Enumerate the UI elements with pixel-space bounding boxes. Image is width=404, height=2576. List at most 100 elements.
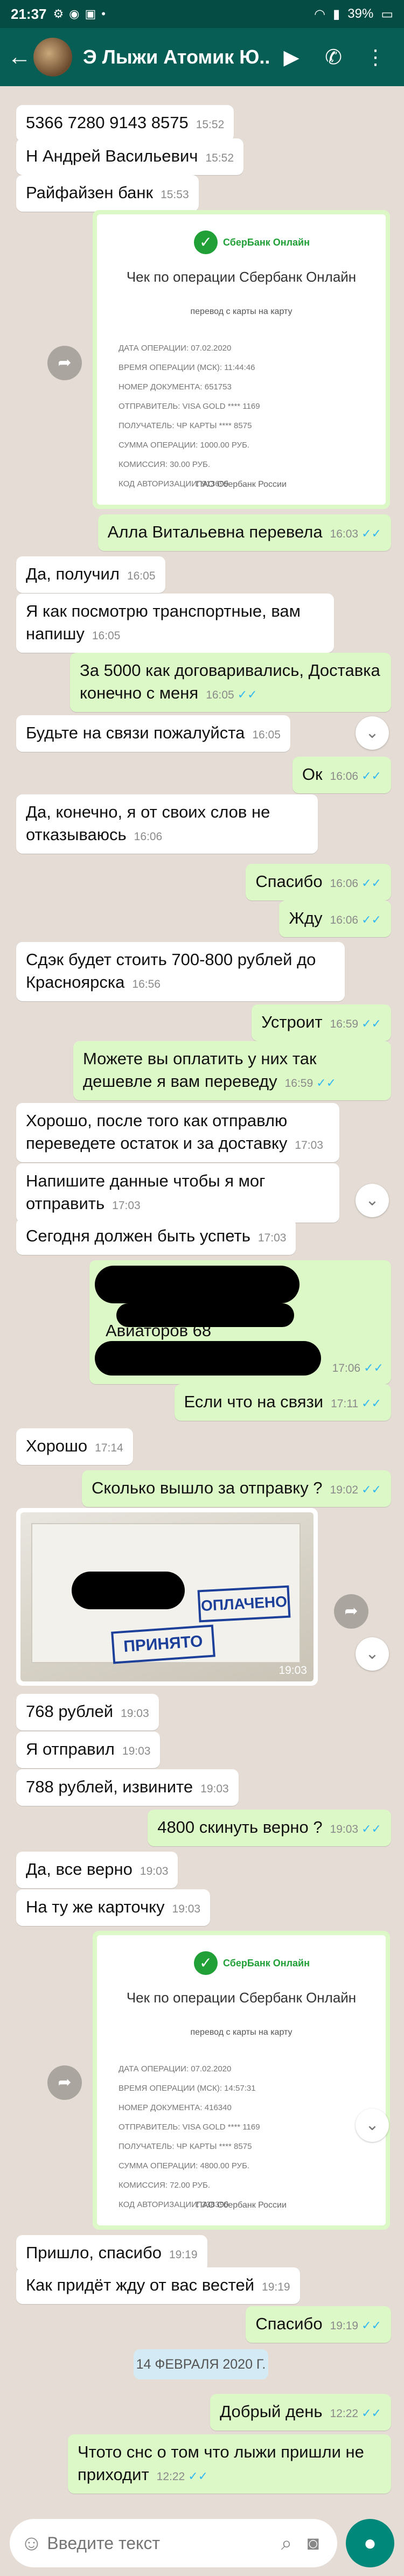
message-text: На ту же карточку	[26, 1897, 165, 1916]
message-out[interactable]: 4800 скинуть верно ? 19:03 ✓✓	[148, 1810, 391, 1846]
message-text: Можете вы оплатить у них так дешевле я в…	[83, 1049, 317, 1091]
message-in[interactable]: Напишите данные чтобы я мог отправить 17:…	[16, 1163, 339, 1223]
message-time: 19:03	[172, 1903, 201, 1915]
date-divider: 14 ФЕВРАЛЯ 2020 Г.	[134, 2349, 268, 2379]
message-time: 19:19	[169, 2249, 198, 2261]
message-in[interactable]: Хорошо 17:14	[16, 1428, 133, 1465]
message-time: 12:22	[330, 2407, 359, 2420]
message-in[interactable]: Я отправил 19:03	[16, 1732, 161, 1768]
receipt-row: НОМЕР ДОКУМЕНТА: 651753	[119, 382, 232, 392]
message-in[interactable]: Н Андрей Васильевич 15:52	[16, 138, 244, 175]
message-time: 17:06	[332, 1362, 361, 1374]
forward-icon[interactable]: ➦	[47, 346, 82, 380]
more-options-icon[interactable]: ⋮	[354, 45, 396, 69]
forward-icon[interactable]: ➦	[334, 1594, 368, 1629]
message-out[interactable]: Спасибо 19:19 ✓✓	[246, 2306, 391, 2343]
message-in[interactable]: Райфайзен банк 15:53	[16, 175, 199, 212]
message-in[interactable]: На ту же карточку 19:03	[16, 1889, 211, 1926]
message-text: Да, все верно	[26, 1860, 133, 1879]
message-in[interactable]: Сдэк будет стоить 700-800 рублей до Крас…	[16, 942, 345, 1001]
message-out[interactable]: Добрый день 12:22 ✓✓	[210, 2394, 391, 2431]
message-time: 19:03	[122, 1745, 151, 1757]
message-out[interactable]: Устроит 16:59 ✓✓	[252, 1004, 391, 1041]
message-time: 16:06	[330, 914, 359, 926]
message-in[interactable]: Я как посмотрю транспортные, вам напишу 1…	[16, 594, 334, 653]
message-time: 16:06	[330, 877, 359, 890]
message-out[interactable]: Алла Витальевна перевела 16:03 ✓✓	[97, 514, 391, 551]
read-ticks-icon: ✓✓	[361, 1822, 381, 1835]
message-out[interactable]: Жду 16:06 ✓✓	[279, 900, 391, 937]
receipt-subtitle: перевод с карты на карту	[190, 307, 292, 316]
dot-icon: •	[101, 7, 106, 20]
message-time: 19:03	[140, 1865, 169, 1877]
scroll-down-icon[interactable]: ⌄	[356, 2109, 389, 2142]
redaction-blot	[72, 1572, 185, 1609]
message-out[interactable]: За 5000 как договаривались, Доставка кон…	[70, 653, 391, 712]
message-out[interactable]: Чтото снс о том что лыжи пришли не прихо…	[68, 2434, 391, 2494]
status-bar: 21:37 ⚙ ◉ ▣ • ◠ ▮ 39% ▭	[0, 0, 404, 28]
receipt-row: ВРЕМЯ ОПЕРАЦИИ (МСК): 11:44:46	[119, 363, 255, 372]
receipt-row: ПОЛУЧАТЕЛЬ: ЧР КАРТЫ **** 8575	[119, 421, 252, 430]
microphone-icon[interactable]: ●	[346, 2519, 394, 2567]
scroll-down-icon[interactable]: ⌄	[356, 1184, 389, 1217]
redaction-blot	[95, 1341, 321, 1376]
phone-call-icon[interactable]: ✆	[312, 45, 354, 69]
message-time: 12:22	[156, 2470, 185, 2483]
image-message-receipt[interactable]: ✓ СберБанк Онлайн Чек по операции Сбербан…	[93, 1931, 390, 2230]
message-time: 15:52	[205, 152, 234, 164]
camera-icon[interactable]: ◙	[300, 2532, 326, 2554]
settings-icon: ⚙	[53, 7, 64, 20]
message-out[interactable]: Сколько вышло за отправку ? 19:02 ✓✓	[81, 1470, 391, 1507]
back-arrow-icon[interactable]: ←	[8, 44, 33, 71]
message-text: Спасибо	[255, 872, 323, 891]
message-text: 768 рублей	[26, 1702, 114, 1721]
read-ticks-icon: ✓✓	[364, 1361, 384, 1374]
read-ticks-icon: ✓✓	[361, 2319, 381, 2332]
signal-icon: ▮	[333, 6, 340, 22]
attach-icon[interactable]: ⌕	[273, 2532, 299, 2555]
message-out[interactable]: Спасибо 16:06 ✓✓	[246, 864, 391, 900]
wifi-icon: ◠	[314, 6, 326, 22]
receipt-row: КОМИССИЯ: 30.00 РУБ.	[119, 460, 211, 469]
message-in[interactable]: 768 рублей 19:03	[16, 1694, 159, 1730]
message-out[interactable]: Можете вы оплатить у них так дешевле я в…	[73, 1041, 391, 1100]
video-call-icon[interactable]: ▶	[270, 45, 312, 69]
message-in[interactable]: Да, конечно, я от своих слов не отказыва…	[16, 794, 318, 854]
image-message-photo[interactable]: ОПЛАЧЕНО ПРИНЯТО 19:03	[16, 1508, 318, 1686]
message-in[interactable]: Пришло, спасибо 19:19	[16, 2235, 207, 2272]
receipt-row: ВРЕМЯ ОПЕРАЦИИ (МСК): 14:57:31	[119, 2084, 256, 2093]
message-in[interactable]: 5366 7280 9143 8575 15:52	[16, 105, 234, 142]
message-in[interactable]: Да, получил 16:05	[16, 556, 165, 593]
status-time: 21:37	[11, 5, 47, 22]
scroll-down-icon[interactable]: ⌄	[356, 716, 389, 750]
message-out[interactable]: Если что на связи 17:11 ✓✓	[174, 1384, 391, 1421]
contact-avatar[interactable]	[33, 38, 72, 76]
contact-name[interactable]: Э Лыжи Атомик Ю...	[83, 46, 270, 68]
message-text: Если что на связи	[184, 1392, 324, 1411]
message-in[interactable]: Будьте на связи пожалуйста 16:05	[16, 715, 290, 752]
message-in[interactable]: Сегодня должен быть успеть 17:03	[16, 1218, 296, 1255]
scroll-down-icon[interactable]: ⌄	[356, 1637, 389, 1671]
receipt-row: ДАТА ОПЕРАЦИИ: 07.02.2020	[119, 344, 232, 353]
message-in[interactable]: Как придёт жду от вас вестей 19:19	[16, 2267, 300, 2304]
image-message-receipt[interactable]: ✓ СберБанк Онлайн Чек по операции Сбербан…	[93, 210, 390, 509]
message-in[interactable]: Хорошо, после того как отправлю переведе…	[16, 1103, 339, 1162]
read-ticks-icon: ✓✓	[361, 2406, 381, 2420]
forward-icon[interactable]: ➦	[47, 2065, 82, 2100]
message-in[interactable]: Да, все верно 19:03	[16, 1852, 178, 1888]
message-time: 16:59	[330, 1018, 359, 1030]
emoji-icon[interactable]: ☺	[20, 2531, 47, 2556]
battery-label: 39%	[347, 6, 374, 21]
read-ticks-icon: ✓✓	[237, 688, 257, 701]
message-text: Будьте на связи пожалуйста	[26, 723, 245, 742]
message-in[interactable]: 788 рублей, извините 19:03	[16, 1769, 239, 1806]
receipt-title: Чек по операции Сбербанк Онлайн	[126, 269, 357, 285]
message-input[interactable]	[47, 2533, 274, 2553]
message-time: 17:03	[295, 1139, 323, 1151]
message-out-redacted[interactable]: Авиаторов 68 17:06 ✓✓	[89, 1260, 391, 1384]
message-text: Сдэк будет стоить 700-800 рублей до Крас…	[26, 950, 316, 992]
message-out[interactable]: Ок 16:06 ✓✓	[292, 757, 391, 793]
message-time: 19:03	[121, 1707, 149, 1720]
message-text: Да, получил	[26, 564, 120, 583]
message-text: 5366 7280 9143 8575	[26, 113, 189, 132]
